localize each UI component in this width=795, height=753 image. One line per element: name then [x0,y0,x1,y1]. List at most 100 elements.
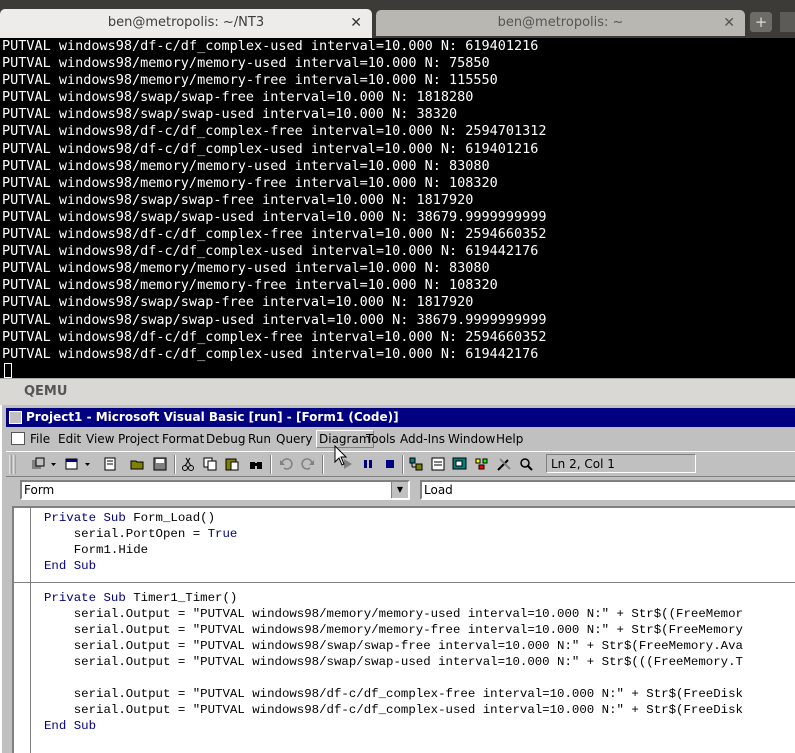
end-icon[interactable] [382,456,398,472]
code-token: serial.Output = "PUTVAL windows98/memory… [44,607,743,621]
menu-debug[interactable]: Debug [206,432,245,446]
object-combo[interactable]: Form ▼ [20,480,410,500]
data-view-icon[interactable] [518,456,534,472]
toolbox-icon[interactable] [496,456,512,472]
chevron-down-icon[interactable] [50,456,58,472]
find-icon[interactable] [248,456,264,472]
menu-editor-icon[interactable] [102,456,118,472]
menu-project[interactable]: Project [118,432,159,446]
open-folder-icon[interactable] [130,456,146,472]
vb-toolbar: Ln 2, Col 1 [6,451,795,477]
tab-title: ben@metropolis: ~ [497,15,624,30]
code-keyword: End Sub [44,719,97,733]
paste-icon[interactable] [224,456,240,472]
menu-format[interactable]: Format [162,432,204,446]
code-line: End Sub [44,558,743,574]
properties-window-icon[interactable] [430,456,446,472]
menu-window[interactable]: Window [448,432,495,446]
save-icon[interactable] [152,456,168,472]
terminal-line: PUTVAL windows98/swap/swap-used interval… [2,311,547,328]
cut-icon[interactable] [180,456,196,472]
terminal-line: PUTVAL windows98/memory/memory-used inte… [2,157,490,174]
code-token: Form1.Hide [44,543,149,557]
code-token: Timer1_Timer() [133,591,238,605]
code-line: serial.Output = "PUTVAL windows98/swap/s… [44,638,743,654]
code-token: serial.Output = "PUTVAL windows98/swap/s… [44,639,743,653]
tab-title: ben@metropolis: ~/NT3 [107,15,265,30]
cursor-position: Ln 2, Col 1 [546,454,696,473]
tab-home[interactable]: ben@metropolis: ~ ✕ [376,10,745,36]
menu-add-ins[interactable]: Add-Ins [400,432,445,446]
object-browser-icon[interactable] [474,456,490,472]
terminal-output[interactable]: PUTVAL windows98/df-c/df_complex-used in… [0,38,795,378]
tab-nt3[interactable]: ben@metropolis: ~/NT3 ✕ [0,9,372,38]
code-keyword: Private Sub [44,591,134,605]
code-text[interactable]: Private Sub Form_Load() serial.PortOpen … [14,510,795,734]
terminal-line: PUTVAL windows98/swap/swap-free interval… [2,89,474,106]
chevron-down-icon[interactable]: ▼ [391,482,408,498]
add-project-icon[interactable] [30,456,46,472]
code-token: serial.Output = "PUTVAL windows98/df-c/d… [44,703,743,717]
toolbar-separator [270,455,272,474]
code-token: serial.Output = "PUTVAL windows98/df-c/d… [44,687,743,701]
procedure-separator [14,574,795,590]
terminal-cursor [4,362,12,378]
vb-title-bar: Project1 - Microsoft Visual Basic [run] … [6,408,795,427]
add-form-icon[interactable] [64,456,80,472]
toolbar-separator [322,455,324,474]
tab-menu-button[interactable] [780,12,795,32]
terminal-line: PUTVAL windows98/df-c/df_complex-free in… [2,328,547,345]
terminal-prompt-line [0,362,795,378]
break-icon[interactable] [360,456,376,472]
code-token: serial.PortOpen = [44,527,208,541]
menu-run[interactable]: Run [248,432,271,446]
code-line: Form1.Hide [44,542,743,558]
code-line: serial.Output = "PUTVAL windows98/swap/s… [44,654,743,670]
terminal-line: PUTVAL windows98/memory/memory-used inte… [2,260,490,277]
chevron-down-icon[interactable] [84,456,92,472]
vb-window-title: Project1 - Microsoft Visual Basic [run] … [26,410,399,424]
qemu-window-title: QEMU [0,378,795,405]
terminal-line: PUTVAL windows98/df-c/df_complex-used in… [2,243,539,260]
close-icon[interactable]: ✕ [723,10,735,36]
procedure-combo-value: Load [424,483,453,497]
toolbar-separator [402,455,404,474]
form-layout-icon[interactable] [452,456,468,472]
vb-app-icon[interactable] [9,411,22,424]
vb-menu-bar: File Edit View Project Format Debug Run Query Di… [6,429,795,449]
terminal-line: PUTVAL windows98/memory/memory-free inte… [2,174,498,191]
terminal-line: PUTVAL windows98/df-c/df_complex-used in… [2,140,539,157]
code-line: serial.PortOpen = True [44,526,743,542]
redo-icon[interactable] [300,456,316,472]
terminal-line: PUTVAL windows98/swap/swap-used interval… [2,106,458,123]
code-line: Private Sub Timer1_Timer() [44,590,743,606]
new-tab-button[interactable]: + [750,12,772,32]
document-icon[interactable] [11,432,25,445]
menu-tools[interactable]: Tools [366,432,396,446]
code-line: serial.Output = "PUTVAL windows98/memory… [44,606,743,622]
code-editor[interactable]: Private Sub Form_Load() serial.PortOpen … [12,506,795,753]
terminal-line: PUTVAL windows98/memory/memory-free inte… [2,277,498,294]
menu-file[interactable]: File [30,432,50,446]
undo-icon[interactable] [278,456,294,472]
project-explorer-icon[interactable] [408,456,424,472]
code-token: serial.Output = "PUTVAL windows98/swap/s… [44,655,743,669]
menu-help[interactable]: Help [496,432,523,446]
menu-query[interactable]: Query [276,432,312,446]
copy-icon[interactable] [202,456,218,472]
qemu-display[interactable]: Project1 - Microsoft Visual Basic [run] … [0,405,795,753]
margin-indicator-bar [30,508,31,753]
mouse-pointer-icon [334,445,348,466]
menu-view[interactable]: View [86,432,114,446]
terminal-line: PUTVAL windows98/df-c/df_complex-free in… [2,226,547,243]
procedure-combo[interactable]: Load [420,480,795,500]
menu-edit[interactable]: Edit [58,432,81,446]
terminal-line: PUTVAL windows98/df-c/df_complex-used in… [2,345,539,362]
terminal-line: PUTVAL windows98/swap/swap-free interval… [2,294,474,311]
code-token: Form_Load() [133,511,216,525]
code-line: Private Sub Form_Load() [44,510,743,526]
close-icon[interactable]: ✕ [350,9,362,37]
terminal-line: PUTVAL windows98/df-c/df_complex-used in… [2,38,539,54]
code-keyword: End Sub [44,559,97,573]
